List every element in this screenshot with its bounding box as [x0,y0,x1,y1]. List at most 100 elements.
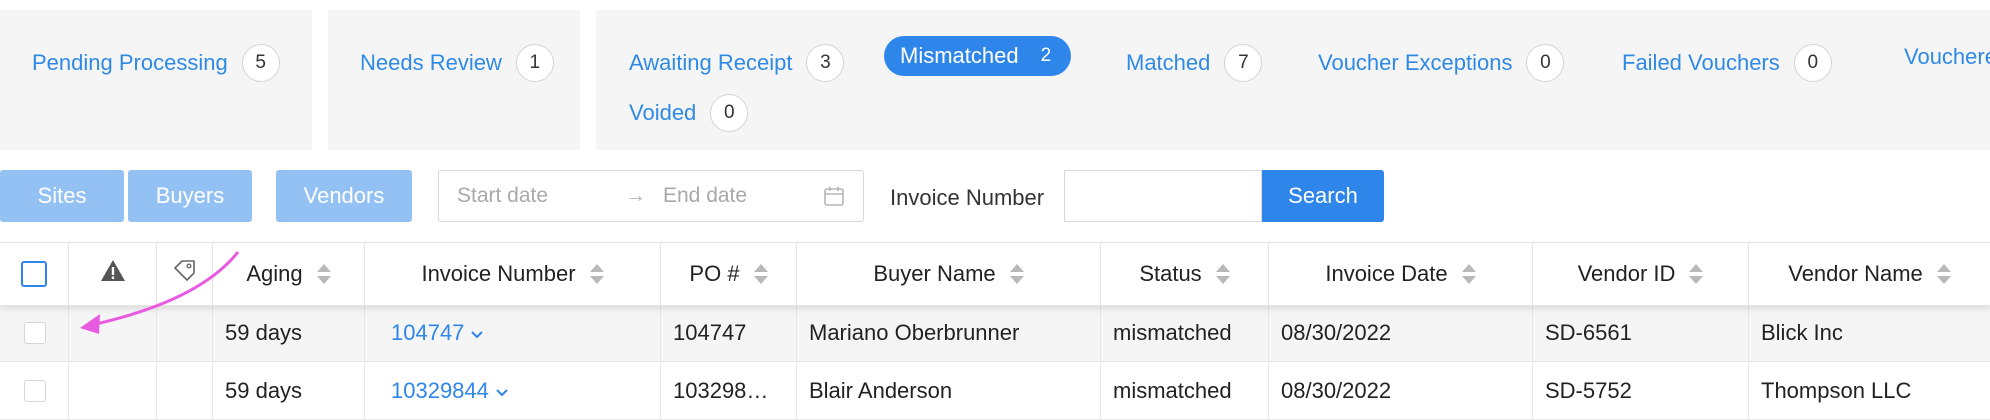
select-all-cell [0,243,68,305]
tab-count-badge: 2 [1040,45,1052,66]
invoice-number-column-header[interactable]: Invoice Number [364,243,660,305]
sort-icon[interactable] [316,264,331,284]
vendor-name-cell: Thompson LLC [1748,362,1990,420]
vendor-id-cell: SD-6561 [1532,304,1748,362]
vendor-id-column-header[interactable]: Vendor ID [1532,243,1748,305]
tab-group-review: Needs Review 1 [328,10,580,150]
po-column-header[interactable]: PO # [660,243,796,305]
vendor-name-cell: Blick Inc [1748,304,1990,362]
sort-icon[interactable] [1215,264,1230,284]
status-cell: mismatched [1100,304,1268,362]
sort-icon[interactable] [1009,264,1024,284]
tab-awaiting-receipt[interactable]: Awaiting Receipt 3 [629,44,845,82]
tab-voucher-exceptions[interactable]: Voucher Exceptions 0 [1318,44,1565,82]
status-column-header[interactable]: Status [1100,243,1268,305]
sort-icon[interactable] [753,264,768,284]
invoice-date-cell: 08/30/2022 [1268,362,1532,420]
vendor-id-cell: SD-5752 [1532,362,1748,420]
invoice-number-cell[interactable]: 104747 [364,304,660,362]
warning-icon [100,259,126,289]
arrow-right-icon: → [625,184,646,207]
invoice-date-column-header[interactable]: Invoice Date [1268,243,1532,305]
tag-cell [156,304,212,362]
invoice-number-cell[interactable]: 10329844 [364,362,660,420]
tag-cell [156,362,212,420]
po-cell: 104747 [660,304,796,362]
end-date-input[interactable]: End date [663,184,747,208]
row-checkbox[interactable] [24,380,46,402]
po-cell: 103298… [660,362,796,420]
chevron-down-icon[interactable] [495,378,509,404]
tab-label: Voucher Exceptions [1318,50,1513,75]
table-header-row: Aging Invoice Number PO # Buyer Name Sta… [0,242,1990,306]
start-date-input[interactable]: Start date [457,184,548,208]
tag-icon [172,259,198,289]
tab-count-badge: 0 [710,94,749,132]
table-row[interactable]: 59 days 104747 104747 Mariano Oberbrunne… [0,304,1990,362]
column-label: Vendor ID [1577,261,1676,286]
buyers-filter-button[interactable]: Buyers [128,170,252,222]
column-label: Invoice Number [421,261,576,286]
search-button[interactable]: Search [1262,170,1384,222]
warning-cell [68,362,156,420]
vendor-name-column-header[interactable]: Vendor Name [1748,243,1990,305]
tab-label: Matched [1126,50,1211,75]
warning-cell [68,304,156,362]
sort-icon[interactable] [589,264,604,284]
aging-cell: 59 days [212,304,364,362]
buyer-name-column-header[interactable]: Buyer Name [796,243,1100,305]
tab-label: Vouchered [1904,44,1990,69]
tab-label: Failed Vouchers [1622,50,1780,75]
tag-column-header [156,243,212,305]
invoice-table: Aging Invoice Number PO # Buyer Name Sta… [0,242,1990,420]
date-range-picker[interactable]: Start date → End date [438,170,864,222]
tab-label: Voided [629,100,697,125]
column-label: PO # [689,261,740,286]
tab-count-badge: 7 [1224,44,1263,82]
tab-mismatched[interactable]: Mismatched 2 [884,36,1072,76]
status-cell: mismatched [1100,362,1268,420]
column-label: Invoice Date [1325,261,1448,286]
tab-count-badge: 0 [1526,44,1565,82]
aging-column-header[interactable]: Aging [212,243,364,305]
column-label: Status [1139,261,1202,286]
tab-label: Pending Processing [32,50,228,75]
tab-group-pending: Pending Processing 5 [0,10,312,150]
sort-icon[interactable] [1689,264,1704,284]
vendors-filter-button[interactable]: Vendors [276,170,412,222]
tab-needs-review[interactable]: Needs Review 1 [360,44,554,82]
tab-vouchered[interactable]: Vouchered [1904,44,1990,70]
row-checkbox[interactable] [24,322,46,344]
tab-count-badge: 1 [515,44,554,82]
tab-label: Needs Review [360,50,502,75]
select-all-checkbox[interactable] [21,261,47,287]
tab-pending-processing[interactable]: Pending Processing 5 [32,44,280,82]
invoice-number-link[interactable]: 104747 [391,320,464,346]
tab-voided[interactable]: Voided 0 [629,94,749,132]
tab-group-receipt: Awaiting Receipt 3 Mismatched 2 Matched … [596,10,1990,150]
row-select-cell [0,362,68,420]
invoice-number-link[interactable]: 10329844 [391,378,489,404]
invoice-number-label: Invoice Number [890,185,1045,210]
sites-filter-button[interactable]: Sites [0,170,124,222]
invoice-date-cell: 08/30/2022 [1268,304,1532,362]
tab-label: Mismatched [900,43,1019,68]
invoice-number-input[interactable] [1064,170,1262,222]
warning-column-header [68,243,156,305]
column-label: Aging [246,261,303,286]
tab-failed-vouchers[interactable]: Failed Vouchers 0 [1622,44,1832,82]
tab-count-badge: 3 [806,44,845,82]
sort-icon[interactable] [1936,264,1951,284]
chevron-down-icon[interactable] [470,320,484,346]
buyer-name-cell: Blair Anderson [796,362,1100,420]
tab-matched[interactable]: Matched 7 [1126,44,1263,82]
sort-icon[interactable] [1461,264,1476,284]
table-row[interactable]: 59 days 10329844 103298… Blair Anderson … [0,362,1990,420]
tab-count-badge: 0 [1793,44,1832,82]
row-select-cell [0,304,68,362]
calendar-icon[interactable] [823,185,845,213]
aging-cell: 59 days [212,362,364,420]
tab-count-badge: 5 [241,44,280,82]
column-label: Vendor Name [1788,261,1923,286]
buyer-name-cell: Mariano Oberbrunner [796,304,1100,362]
